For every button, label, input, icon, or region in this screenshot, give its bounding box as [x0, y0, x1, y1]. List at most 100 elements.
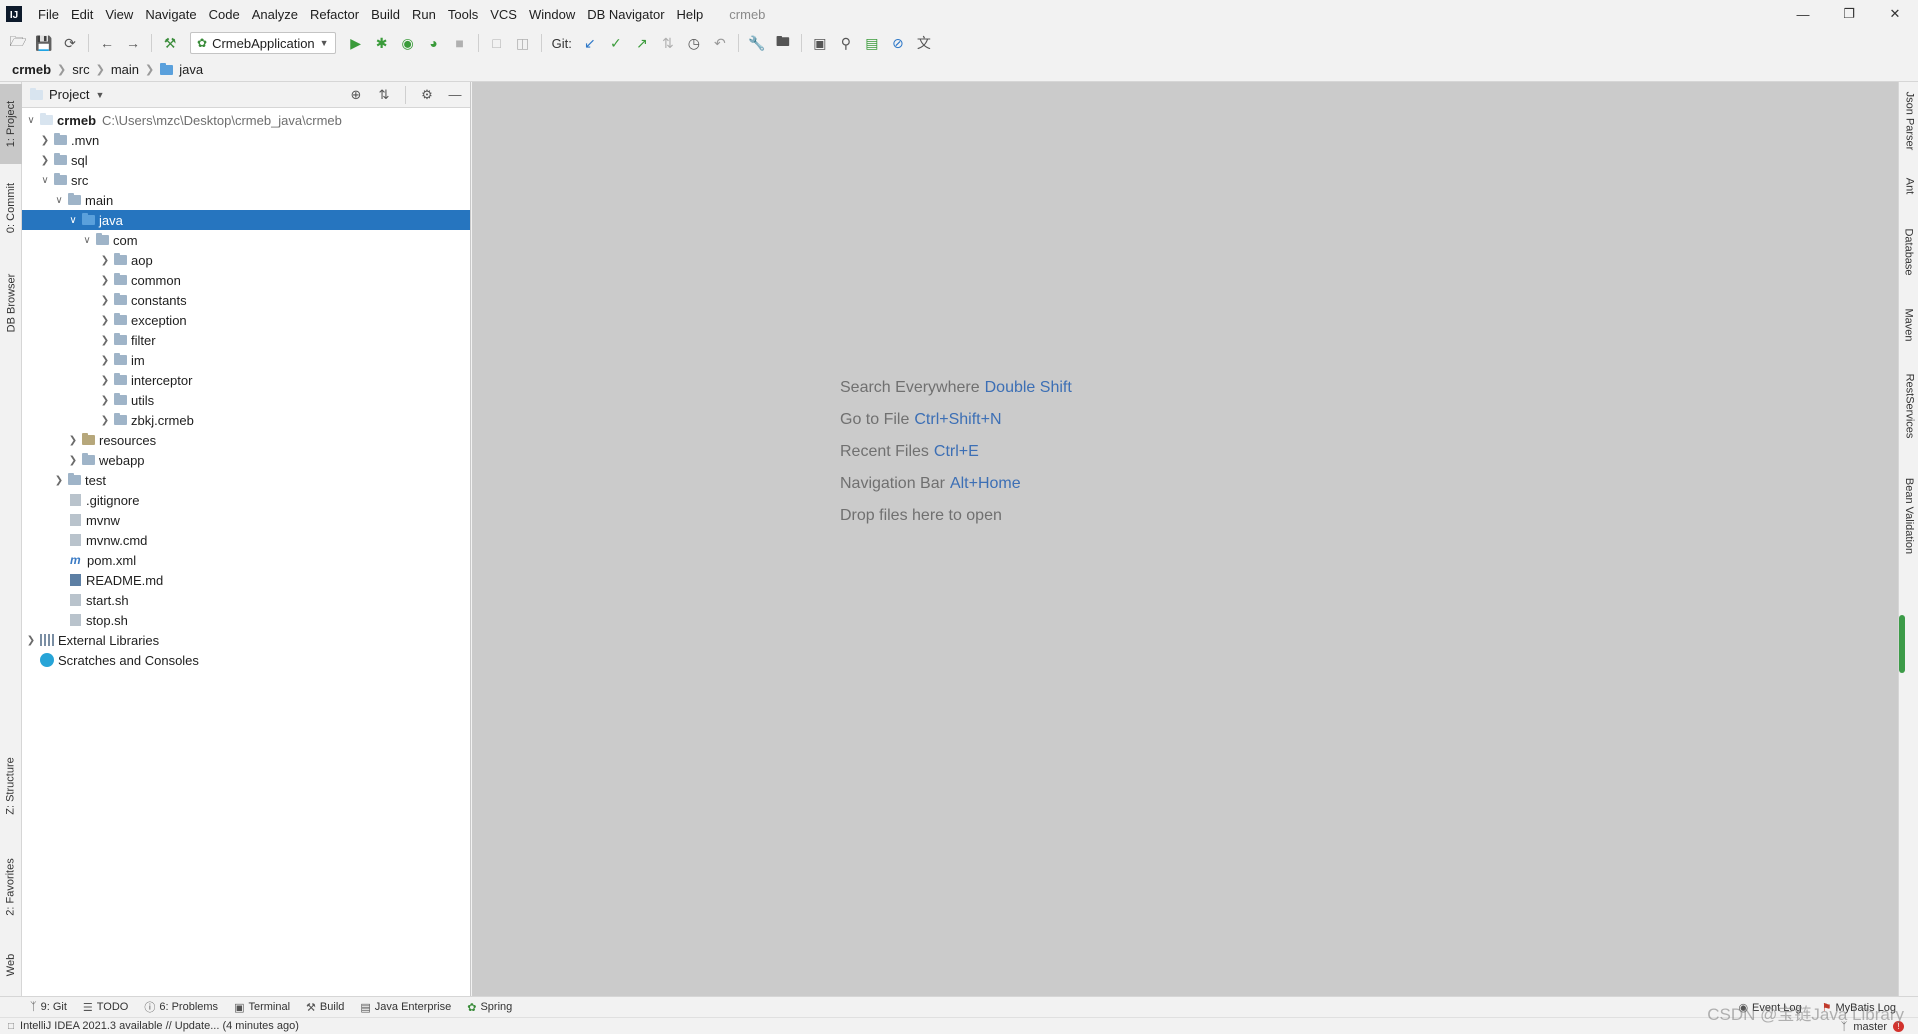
chevron-right-icon[interactable]: ❯: [52, 475, 66, 486]
tool-tab-java-enterprise[interactable]: ▤ Java Enterprise: [360, 1001, 451, 1014]
chevron-right-icon[interactable]: ❯: [38, 135, 52, 146]
stop-icon[interactable]: ■: [448, 31, 472, 55]
open-icon[interactable]: 🗁: [6, 31, 30, 55]
hide-panel-icon[interactable]: —: [444, 84, 466, 106]
menu-edit[interactable]: Edit: [65, 0, 99, 28]
minimize-icon[interactable]: —: [1780, 0, 1826, 28]
tree-node-gitignore[interactable]: ❯ .gitignore: [22, 490, 470, 510]
tool-tab-git[interactable]: ᛉ 9: Git: [30, 1001, 67, 1013]
chevron-down-icon[interactable]: ∨: [52, 195, 66, 206]
chevron-right-icon[interactable]: ❯: [98, 415, 112, 426]
tree-node-crmeb[interactable]: ∨ crmeb C:\Users\mzc\Desktop\crmeb_java\…: [22, 110, 470, 130]
tool-tab-favorites[interactable]: 2: Favorites: [0, 842, 22, 932]
attach-debugger-icon[interactable]: □: [485, 31, 509, 55]
run-icon[interactable]: ▶: [344, 31, 368, 55]
tree-node-scratches[interactable]: ❯ Scratches and Consoles: [22, 650, 470, 670]
tool-tab-project[interactable]: 1: Project: [0, 84, 22, 164]
menu-vcs[interactable]: VCS: [484, 0, 523, 28]
git-commit-icon[interactable]: ✓: [604, 31, 628, 55]
git-compare-icon[interactable]: ⇅: [656, 31, 680, 55]
breadcrumb-project[interactable]: crmeb: [12, 62, 51, 77]
chevron-right-icon[interactable]: ❯: [98, 375, 112, 386]
chevron-right-icon[interactable]: ❯: [98, 275, 112, 286]
menu-analyze[interactable]: Analyze: [246, 0, 304, 28]
tool-tab-json-parser[interactable]: Json Parser: [1899, 86, 1918, 156]
menu-code[interactable]: Code: [203, 0, 246, 28]
tree-node-webapp[interactable]: ❯ webapp: [22, 450, 470, 470]
save-all-icon[interactable]: 💾: [32, 31, 56, 55]
chevron-right-icon[interactable]: ❯: [98, 255, 112, 266]
chevron-right-icon[interactable]: ❯: [98, 315, 112, 326]
tree-node-utils[interactable]: ❯ utils: [22, 390, 470, 410]
chevron-right-icon[interactable]: ❯: [66, 435, 80, 446]
settings-wrench-icon[interactable]: 🔧: [745, 31, 769, 55]
back-icon[interactable]: ←: [95, 31, 119, 55]
chevron-down-icon[interactable]: ∨: [66, 215, 80, 226]
project-view-select[interactable]: Project: [49, 87, 89, 102]
git-rollback-icon[interactable]: ↶: [708, 31, 732, 55]
tool-tab-terminal[interactable]: ▣ Terminal: [234, 1001, 290, 1014]
tree-node-exception[interactable]: ❯ exception: [22, 310, 470, 330]
editor-area[interactable]: Search Everywhere Double Shift Go to Fil…: [472, 82, 1898, 996]
memory-indicator[interactable]: [1899, 615, 1905, 673]
coverage-icon[interactable]: ◉: [396, 31, 420, 55]
forward-icon[interactable]: →: [121, 31, 145, 55]
sync-icon[interactable]: ⟳: [58, 31, 82, 55]
tool-tab-database[interactable]: Database: [1899, 216, 1918, 288]
git-history-icon[interactable]: ◷: [682, 31, 706, 55]
chevron-down-icon[interactable]: ∨: [24, 115, 38, 126]
menu-navigate[interactable]: Navigate: [139, 0, 202, 28]
status-message[interactable]: IntelliJ IDEA 2021.3 available // Update…: [20, 1020, 299, 1032]
profile-icon[interactable]: ◕: [422, 31, 446, 55]
chevron-right-icon[interactable]: ❯: [24, 635, 38, 646]
chevron-right-icon[interactable]: ❯: [98, 395, 112, 406]
power-save-icon[interactable]: ⊘: [886, 31, 910, 55]
terminal-icon[interactable]: ▣: [808, 31, 832, 55]
translate-icon[interactable]: 文: [912, 31, 936, 55]
locate-file-icon[interactable]: ⊕: [345, 84, 367, 106]
tree-node-java[interactable]: ∨ java: [22, 210, 470, 230]
tree-node-com[interactable]: ∨ com: [22, 230, 470, 250]
tree-node-filter[interactable]: ❯ filter: [22, 330, 470, 350]
tree-node-test[interactable]: ❯ test: [22, 470, 470, 490]
git-push-icon[interactable]: ↗: [630, 31, 654, 55]
tool-tab-bean-validation[interactable]: Bean Validation: [1899, 466, 1918, 566]
chevron-down-icon[interactable]: ∨: [80, 235, 94, 246]
tool-tab-spring[interactable]: ✿ Spring: [467, 1001, 512, 1014]
tool-tab-ant[interactable]: Ant: [1899, 166, 1918, 206]
chevron-down-icon[interactable]: ▼: [95, 90, 104, 100]
tree-node-zbkj-crmeb[interactable]: ❯ zbkj.crmeb: [22, 410, 470, 430]
menu-file[interactable]: File: [32, 0, 65, 28]
menu-help[interactable]: Help: [671, 0, 710, 28]
project-structure-icon[interactable]: 🖿: [771, 31, 795, 55]
chevron-right-icon[interactable]: ❯: [38, 155, 52, 166]
run-configuration-select[interactable]: ✿ CrmebApplication ▼: [190, 32, 336, 54]
tool-tab-problems[interactable]: ⓘ 6: Problems: [144, 999, 218, 1015]
tree-node-main[interactable]: ∨ main: [22, 190, 470, 210]
chevron-right-icon[interactable]: ❯: [98, 355, 112, 366]
tree-node-constants[interactable]: ❯ constants: [22, 290, 470, 310]
tree-node-aop[interactable]: ❯ aop: [22, 250, 470, 270]
statistic-icon[interactable]: ▤: [860, 31, 884, 55]
git-update-icon[interactable]: ↙: [578, 31, 602, 55]
tree-node-sql[interactable]: ❯ sql: [22, 150, 470, 170]
tool-tab-structure[interactable]: Z: Structure: [0, 742, 22, 830]
chevron-right-icon[interactable]: ❯: [66, 455, 80, 466]
tree-node-mvnw-cmd[interactable]: ❯ mvnw.cmd: [22, 530, 470, 550]
build-hammer-icon[interactable]: ⚒: [158, 31, 182, 55]
menu-build[interactable]: Build: [365, 0, 406, 28]
menu-refactor[interactable]: Refactor: [304, 0, 365, 28]
tool-tab-web[interactable]: Web: [0, 940, 22, 990]
tree-node-pom-xml[interactable]: ❯ m pom.xml: [22, 550, 470, 570]
close-icon[interactable]: ✕: [1872, 0, 1918, 28]
chevron-right-icon[interactable]: ❯: [98, 335, 112, 346]
tree-node-readme[interactable]: ❯ README.md: [22, 570, 470, 590]
breadcrumb-java[interactable]: java: [179, 62, 203, 77]
menu-run[interactable]: Run: [406, 0, 442, 28]
tree-node-src[interactable]: ∨ src: [22, 170, 470, 190]
tree-node-im[interactable]: ❯ im: [22, 350, 470, 370]
tree-node-interceptor[interactable]: ❯ interceptor: [22, 370, 470, 390]
chevron-right-icon[interactable]: ❯: [98, 295, 112, 306]
tool-tab-todo[interactable]: ☰ TODO: [83, 1001, 128, 1014]
tree-node-mvnw[interactable]: ❯ mvnw: [22, 510, 470, 530]
